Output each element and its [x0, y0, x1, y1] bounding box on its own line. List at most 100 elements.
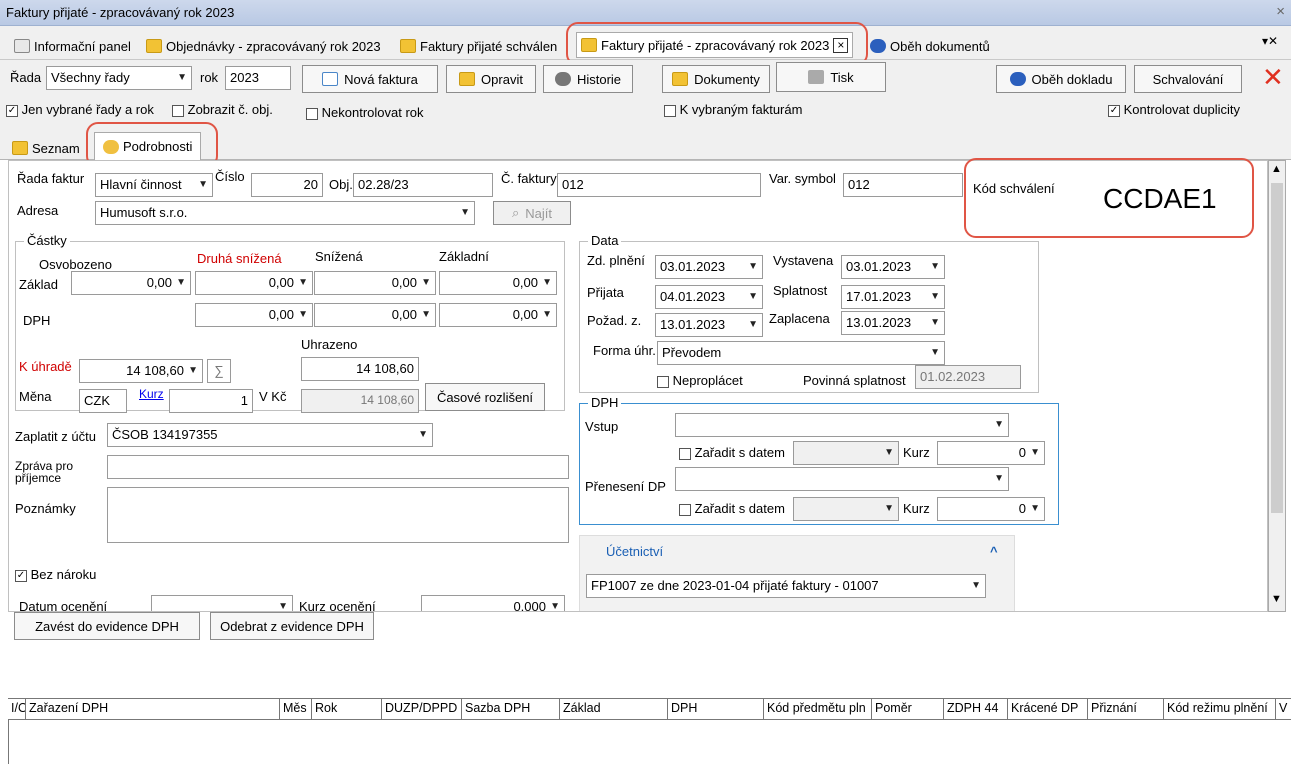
bez-naroku-checkbox[interactable]: ✓ Bez nároku — [15, 567, 96, 582]
grid-col-header[interactable]: Kód režimu plnění — [1164, 699, 1276, 719]
dph-grid-header: I/O Zařazení DPH Měs Rok DUZP/DPPD Sazba… — [8, 698, 1291, 720]
dph-kurz-2[interactable]: 0 — [937, 497, 1045, 521]
scroll-down-icon[interactable]: ▼ — [1271, 593, 1282, 605]
doc-tab-informacni-panel[interactable]: Informační panel — [14, 34, 131, 58]
c-faktury-field[interactable]: 012 — [557, 173, 761, 197]
vystavena-date[interactable]: 03.01.2023 — [841, 255, 945, 279]
dph-grid-body[interactable] — [8, 720, 1291, 764]
kurz-link[interactable]: Kurz — [139, 387, 164, 401]
ucetni-doklad-select[interactable]: FP1007 ze dne 2023-01-04 přijaté faktury… — [586, 574, 986, 598]
adresa-select[interactable]: Humusoft s.r.o. — [95, 201, 475, 225]
cislo-field[interactable]: 20 — [251, 173, 323, 197]
zobrazit-c-obj-checkbox[interactable]: Zobrazit č. obj. — [172, 102, 273, 117]
zaklad-osvobozeno[interactable]: 0,00 — [71, 271, 191, 295]
checkbox-label: Jen vybrané řady a rok — [21, 102, 154, 117]
schvalovani-button[interactable]: Schvalování — [1134, 65, 1242, 93]
uhrazeno-field[interactable]: 14 108,60 — [301, 357, 419, 381]
doc-tab-label: Faktury přijaté - zpracovávaný rok 2023 — [601, 37, 830, 53]
grid-col-header[interactable]: Přiznání — [1088, 699, 1164, 719]
zaplatit-select[interactable]: ČSOB 134197355 — [107, 423, 433, 447]
collapse-chevron-icon[interactable]: ^ — [990, 544, 998, 559]
obeh-dokladu-button[interactable]: Oběh dokladu — [996, 65, 1126, 93]
tab-podrobnosti[interactable]: Podrobnosti — [94, 132, 202, 160]
vstup-select[interactable] — [675, 413, 1009, 437]
dokumenty-button[interactable]: Dokumenty — [662, 65, 770, 93]
zaklad-snizena[interactable]: 0,00 — [314, 271, 436, 295]
grid-col-header[interactable]: I/O — [8, 699, 26, 719]
kurz-field[interactable]: 1 — [169, 389, 253, 413]
k-uhrade-field[interactable]: 14 108,60 — [79, 359, 203, 383]
preneseni-select[interactable] — [675, 467, 1009, 491]
zprava-field[interactable] — [107, 455, 569, 479]
dph-zakladni[interactable]: 0,00 — [439, 303, 557, 327]
poznamky-field[interactable] — [107, 487, 569, 543]
nova-faktura-button[interactable]: Nová faktura — [302, 65, 438, 93]
zavest-button[interactable]: Zavést do evidence DPH — [14, 612, 200, 640]
grid-col-header[interactable]: Kód předmětu pln — [764, 699, 872, 719]
grid-col-header[interactable]: Měs — [280, 699, 312, 719]
doc-tab-objednavky[interactable]: Objednávky - zpracovávaný rok 2023 — [146, 34, 381, 58]
doc-tab-faktury-prijate-active[interactable]: Faktury přijaté - zpracovávaný rok 2023 … — [576, 32, 854, 58]
grid-col-header[interactable]: DUZP/DPPD — [382, 699, 462, 719]
doc-tab-faktury-schvalene[interactable]: Faktury přijaté schválen — [400, 34, 557, 58]
opravit-button[interactable]: Opravit — [446, 65, 536, 93]
splatnost-date[interactable]: 17.01.2023 — [841, 285, 945, 309]
mena-field[interactable]: CZK — [79, 389, 127, 413]
var-symbol-field[interactable]: 012 — [843, 173, 963, 197]
grid-col-header[interactable]: Rok — [312, 699, 382, 719]
scroll-up-icon[interactable]: ▲ — [1271, 163, 1282, 175]
grid-col-header[interactable]: V — [1276, 699, 1291, 719]
dph-druha-snizena[interactable]: 0,00 — [195, 303, 313, 327]
grid-col-header[interactable]: DPH — [668, 699, 764, 719]
zaradit-checkbox-2[interactable]: Zařadit s datem — [679, 501, 785, 516]
grid-col-header[interactable]: Krácené DP — [1008, 699, 1088, 719]
tisk-button[interactable]: Tisk — [776, 62, 886, 92]
prijata-label: Přijata — [587, 285, 624, 300]
prijata-date[interactable]: 04.01.2023 — [655, 285, 763, 309]
obj-label: Obj. — [329, 177, 353, 192]
pozad-date[interactable]: 13.01.2023 — [655, 313, 763, 337]
grid-col-header[interactable]: Zařazení DPH — [26, 699, 280, 719]
sigma-button[interactable]: ∑ — [207, 359, 231, 383]
zaklad-druha-snizena[interactable]: 0,00 — [195, 271, 313, 295]
checkbox-label: K vybraným fakturám — [679, 102, 803, 117]
forma-select[interactable]: Převodem — [657, 341, 945, 365]
doc-tab-obeh-dokumentu[interactable]: Oběh dokumentů — [870, 34, 990, 58]
zaradit-checkbox-1[interactable]: Zařadit s datem — [679, 445, 785, 460]
neproplacet-checkbox[interactable]: Neproplácet — [657, 373, 743, 388]
dph-kurz-1[interactable]: 0 — [937, 441, 1045, 465]
k-vybranym-checkbox[interactable]: K vybraným fakturám — [664, 102, 802, 117]
scroll-thumb[interactable] — [1271, 183, 1283, 513]
grid-col-header[interactable]: Základ — [560, 699, 668, 719]
grid-col-header[interactable]: Poměr — [872, 699, 944, 719]
rada-faktur-select[interactable]: Hlavní činnost — [95, 173, 213, 197]
kontrolovat-duplicity-checkbox[interactable]: ✓ Kontrolovat duplicity — [1108, 102, 1240, 117]
najit-button[interactable]: ⌕ Najít — [493, 201, 571, 225]
grid-col-header[interactable]: Sazba DPH — [462, 699, 560, 719]
historie-button[interactable]: Historie — [543, 65, 633, 93]
grid-col-header[interactable]: ZDPH 44 — [944, 699, 1008, 719]
datum-oceneni-field[interactable] — [151, 595, 293, 611]
zd-plneni-date[interactable]: 03.01.2023 — [655, 255, 763, 279]
tab-menu-icon[interactable]: ▾✕ — [1262, 34, 1278, 48]
rada-select[interactable]: Všechny řady — [46, 66, 192, 90]
odebrat-button[interactable]: Odebrat z evidence DPH — [210, 612, 374, 640]
kurz-oceneni-field[interactable]: 0,000 — [421, 595, 565, 611]
window-close-icon[interactable]: × — [1276, 3, 1285, 20]
close-form-icon[interactable]: ✕ — [1262, 64, 1284, 90]
rada-faktur-label: Řada faktur — [17, 171, 85, 186]
obj-field[interactable]: 02.28/23 — [353, 173, 493, 197]
nekontrolovat-rok-checkbox[interactable]: Nekontrolovat rok — [306, 105, 424, 120]
zaklad-zakladni[interactable]: 0,00 — [439, 271, 557, 295]
vertical-scrollbar[interactable]: ▲ ▼ — [1268, 160, 1286, 612]
zaplacena-date[interactable]: 13.01.2023 — [841, 311, 945, 335]
rok-spinner[interactable]: 2023 — [225, 66, 291, 90]
tab-close-icon[interactable]: × — [833, 37, 849, 53]
casove-rozliseni-button[interactable]: Časové rozlišení — [425, 383, 545, 411]
dph-snizena[interactable]: 0,00 — [314, 303, 436, 327]
window-title: Faktury přijaté - zpracovávaný rok 2023 — [6, 5, 235, 20]
toolbar: Řada Všechny řady rok 2023 Nová faktura … — [0, 60, 1291, 130]
jen-vybrane-checkbox[interactable]: ✓ Jen vybrané řady a rok — [6, 102, 154, 117]
datum-oceneni-label: Datum ocenění — [19, 599, 108, 612]
tab-seznam[interactable]: Seznam — [12, 136, 80, 160]
